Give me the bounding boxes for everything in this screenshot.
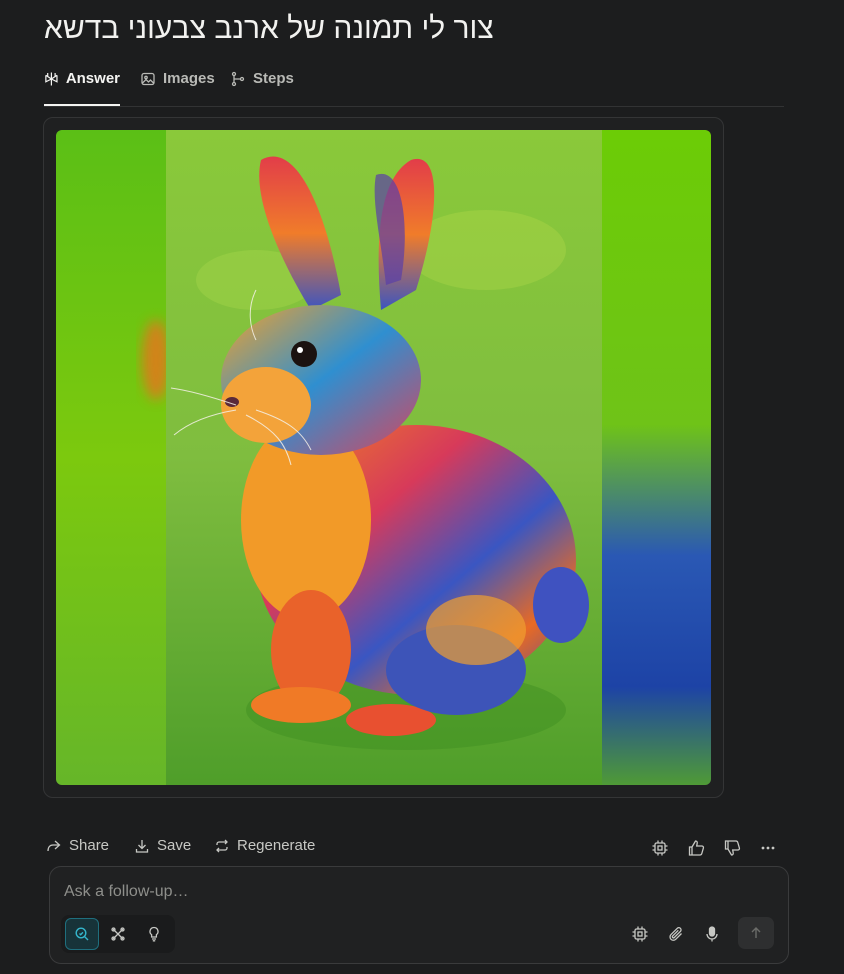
paperclip-icon[interactable]: [667, 925, 685, 943]
tab-steps-label: Steps: [253, 70, 294, 87]
tab-answer-label: Answer: [65, 70, 120, 87]
search-mode-button[interactable]: [65, 918, 99, 950]
follow-up-input[interactable]: Ask a follow-up…: [64, 883, 189, 901]
cpu-icon[interactable]: [631, 925, 649, 943]
search-icon: [75, 927, 89, 941]
steps-icon: [231, 71, 245, 87]
send-button[interactable]: [738, 917, 774, 949]
more-icon[interactable]: [759, 839, 777, 857]
tab-images-label: Images: [163, 70, 215, 87]
tab-images[interactable]: Images: [140, 70, 215, 106]
save-label: Save: [157, 837, 192, 854]
result-tabs: Answer Images Steps: [44, 60, 784, 107]
perplexity-icon: [45, 72, 58, 86]
generated-rabbit-image[interactable]: [56, 130, 711, 785]
arrow-up-icon: [751, 927, 761, 938]
labs-mode-button[interactable]: [137, 918, 171, 950]
thumbs-down-icon[interactable]: [723, 839, 741, 857]
tab-answer[interactable]: Answer: [44, 70, 120, 106]
microphone-icon[interactable]: [703, 925, 721, 943]
image-icon: [141, 72, 155, 86]
save-button[interactable]: Save: [134, 837, 191, 854]
share-icon: [47, 840, 61, 851]
regenerate-label: Regenerate: [237, 837, 316, 854]
share-label: Share: [69, 837, 110, 854]
repeat-icon: [216, 839, 228, 852]
thumbs-up-icon[interactable]: [687, 839, 705, 857]
download-icon: [135, 839, 149, 853]
research-icon: [111, 927, 125, 941]
share-button[interactable]: Share: [46, 837, 109, 854]
regenerate-button[interactable]: Regenerate: [214, 837, 315, 854]
tab-steps[interactable]: Steps: [230, 70, 294, 106]
lightbulb-icon: [149, 926, 159, 942]
research-mode-button[interactable]: [101, 918, 135, 950]
search-mode-selector: [61, 915, 175, 953]
cpu-icon[interactable]: [651, 839, 669, 857]
query-title: צור לי תמונה של ארנב צבעוני בדשא: [44, 12, 494, 45]
follow-up-composer: Ask a follow-up…: [49, 866, 789, 964]
answer-actions: Share Save Regenerate: [44, 837, 784, 861]
